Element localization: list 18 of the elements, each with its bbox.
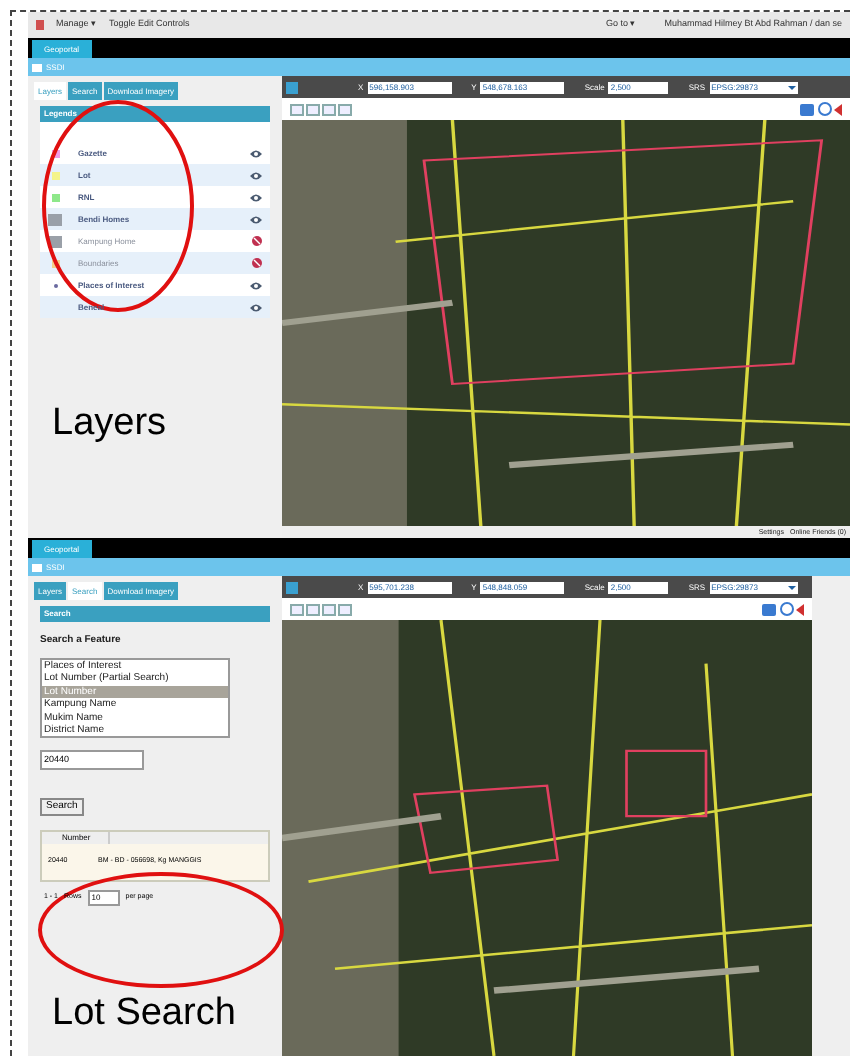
hidden-icon[interactable] [252, 236, 262, 246]
annotation-label: Layers [52, 400, 167, 448]
eye-icon[interactable] [250, 215, 262, 223]
caret-icon [787, 85, 796, 89]
collapse-button[interactable] [286, 581, 298, 593]
help-icon[interactable] [780, 602, 794, 616]
chat-icon[interactable] [800, 103, 814, 115]
eye-icon[interactable] [250, 171, 262, 179]
caret-icon [787, 585, 796, 589]
chat-icon[interactable] [762, 603, 776, 615]
annotation-label: Lot Search [52, 990, 236, 1038]
eye-icon[interactable] [250, 303, 262, 311]
collapse-button[interactable] [286, 81, 298, 93]
eye-icon[interactable] [250, 281, 262, 289]
eye-icon[interactable] [250, 193, 262, 201]
eye-icon[interactable] [250, 149, 262, 157]
hidden-icon[interactable] [252, 258, 262, 268]
help-icon[interactable] [818, 102, 832, 116]
